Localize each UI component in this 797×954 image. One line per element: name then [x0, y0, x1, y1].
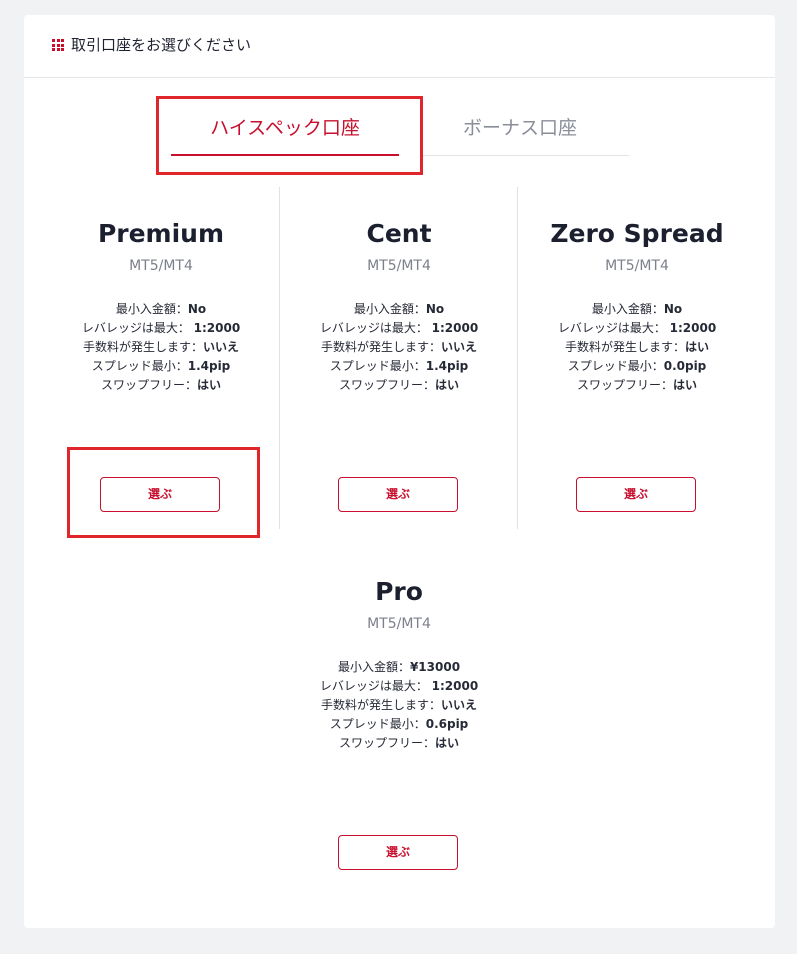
- feature-row: 最小入金額：¥13000: [337, 660, 461, 674]
- account-selection-card: 取引口座をお選びください ハイスペック口座 ボーナス口座 Premium MT5…: [24, 15, 775, 928]
- feature-row: 最小入金額：No: [115, 302, 207, 316]
- account-name: Zero Spread: [550, 219, 724, 248]
- account-features: 最小入金額：No レバレッジは最大： 1:2000 手数料が発生します：いいえ …: [280, 300, 518, 395]
- account-name: Pro: [375, 577, 423, 606]
- feature-row: 最小入金額：No: [591, 302, 683, 316]
- feature-row: スワップフリー：はい: [338, 378, 460, 392]
- grid-icon: [52, 39, 64, 51]
- feature-row: 手数料が発生します：いいえ: [320, 340, 478, 354]
- feature-row: 手数料が発生します：いいえ: [320, 698, 478, 712]
- account-platform: MT5/MT4: [129, 258, 193, 274]
- account-platform: MT5/MT4: [605, 258, 669, 274]
- feature-row: スプレッド最小：0.0pip: [567, 359, 707, 373]
- account-zero-spread: Zero Spread MT5/MT4 最小入金額：No レバレッジは最大： 1…: [518, 218, 756, 395]
- feature-row: スプレッド最小：0.6pip: [329, 717, 469, 731]
- feature-row: スワップフリー：はい: [576, 378, 698, 392]
- feature-row: スプレッド最小：1.4pip: [91, 359, 231, 373]
- account-features: 最小入金額：¥13000 レバレッジは最大： 1:2000 手数料が発生します：…: [280, 658, 518, 753]
- feature-row: スワップフリー：はい: [100, 378, 222, 392]
- feature-row: 最小入金額：No: [353, 302, 445, 316]
- account-platform: MT5/MT4: [367, 258, 431, 274]
- account-features: 最小入金額：No レバレッジは最大： 1:2000 手数料が発生します：はい ス…: [518, 300, 756, 395]
- account-name: Premium: [97, 219, 225, 248]
- feature-row: 手数料が発生します：いいえ: [82, 340, 240, 354]
- select-cent-button[interactable]: 選ぶ: [338, 477, 458, 512]
- card-header: 取引口座をお選びください: [24, 15, 775, 78]
- feature-row: スワップフリー：はい: [338, 736, 460, 750]
- tab-high-spec-account[interactable]: ハイスペック口座: [172, 116, 398, 140]
- account-platform: MT5/MT4: [367, 616, 431, 632]
- tab-bonus-account[interactable]: ボーナス口座: [420, 116, 620, 140]
- select-premium-button[interactable]: 選ぶ: [100, 477, 220, 512]
- account-features: 最小入金額：No レバレッジは最大： 1:2000 手数料が発生します：いいえ …: [42, 300, 280, 395]
- tab-inactive-underline: [420, 155, 629, 156]
- feature-row: レバレッジは最大： 1:2000: [557, 321, 717, 335]
- feature-row: 手数料が発生します：はい: [564, 340, 710, 354]
- select-pro-button[interactable]: 選ぶ: [338, 835, 458, 870]
- account-name: Cent: [366, 219, 432, 248]
- feature-row: レバレッジは最大： 1:2000: [319, 679, 479, 693]
- account-pro: Pro MT5/MT4 最小入金額：¥13000 レバレッジは最大： 1:200…: [280, 576, 518, 753]
- feature-row: スプレッド最小：1.4pip: [329, 359, 469, 373]
- account-premium: Premium MT5/MT4 最小入金額：No レバレッジは最大： 1:200…: [42, 218, 280, 395]
- page-title: 取引口座をお選びください: [71, 36, 252, 54]
- select-zero-spread-button[interactable]: 選ぶ: [576, 477, 696, 512]
- account-cent: Cent MT5/MT4 最小入金額：No レバレッジは最大： 1:2000 手…: [280, 218, 518, 395]
- tab-active-underline: [171, 154, 399, 156]
- feature-row: レバレッジは最大： 1:2000: [81, 321, 241, 335]
- feature-row: レバレッジは最大： 1:2000: [319, 321, 479, 335]
